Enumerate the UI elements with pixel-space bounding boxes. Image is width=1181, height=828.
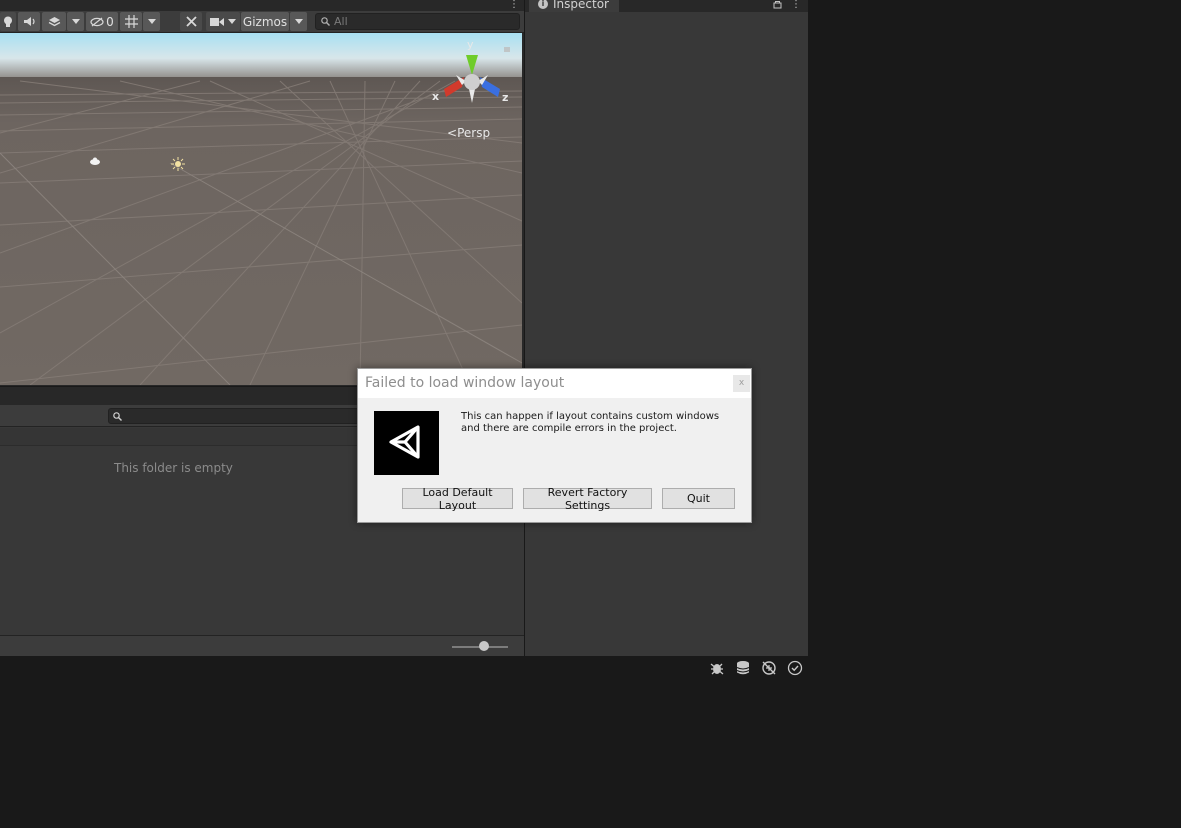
scene-tab-strip: ⋮ xyxy=(0,0,524,11)
network-off-icon[interactable] xyxy=(761,660,777,676)
directional-light-icon[interactable] xyxy=(171,157,185,171)
quit-button[interactable]: Quit xyxy=(662,488,735,509)
close-icon: x xyxy=(738,378,745,388)
tools-icon xyxy=(185,16,197,27)
chevron-down-icon xyxy=(147,19,156,24)
folder-empty-message: This folder is empty xyxy=(114,461,233,475)
debugger-bug-icon[interactable] xyxy=(709,660,725,676)
inspector-panel: i Inspector ⋮ xyxy=(525,0,808,656)
tab-inspector[interactable]: i Inspector xyxy=(529,0,619,12)
grid-toggle-button[interactable] xyxy=(120,12,142,31)
scene-search-placeholder: All xyxy=(334,15,348,28)
search-icon xyxy=(113,412,122,421)
effects-toggle-button[interactable] xyxy=(42,12,66,31)
revert-factory-settings-button[interactable]: Revert Factory Settings xyxy=(523,486,652,512)
camera-icon xyxy=(210,17,224,26)
scene-toolbar: 0 Gizmos All xyxy=(0,11,524,33)
layout-error-dialog: Failed to load window layout x This can … xyxy=(357,368,752,523)
status-bar xyxy=(0,656,808,680)
audio-toggle-button[interactable] xyxy=(18,12,40,31)
database-icon[interactable] xyxy=(735,660,751,676)
gizmo-x-label: x xyxy=(432,90,440,103)
projection-toggle[interactable]: <Persp xyxy=(447,126,490,140)
camera-settings-button[interactable] xyxy=(206,12,240,31)
icon-size-slider-thumb[interactable] xyxy=(479,641,489,651)
dialog-message-line-2: and there are compile errors in the proj… xyxy=(461,423,677,434)
close-button[interactable]: x xyxy=(733,375,750,392)
unity-logo xyxy=(374,411,439,475)
lighting-toggle-button[interactable] xyxy=(0,12,16,31)
unity-editor: ⋮ 0 Gizmos All y x z <Persp This folder … xyxy=(0,0,808,656)
scene-search-input[interactable]: All xyxy=(315,13,520,30)
grid-dropdown-button[interactable] xyxy=(143,12,160,31)
hidden-objects-toggle-button[interactable]: 0 xyxy=(86,12,118,31)
dialog-title: Failed to load window layout xyxy=(365,375,565,391)
gizmos-button[interactable]: Gizmos xyxy=(241,12,289,31)
inspector-tab-strip: i Inspector ⋮ xyxy=(525,0,808,12)
scene-menu-icon[interactable]: ⋮ xyxy=(509,0,519,10)
chevron-down-icon xyxy=(228,19,236,24)
gizmo-y-label: y xyxy=(467,38,474,51)
chevron-down-icon xyxy=(71,19,80,24)
gizmos-dropdown-button[interactable] xyxy=(290,12,307,31)
inspector-menu-icon[interactable]: ⋮ xyxy=(791,0,801,10)
chevron-down-icon xyxy=(294,19,303,24)
lock-icon[interactable] xyxy=(773,0,782,9)
info-icon: i xyxy=(538,0,548,9)
inspector-tab-label: Inspector xyxy=(553,0,609,11)
effects-dropdown-button[interactable] xyxy=(67,12,84,31)
dialog-titlebar[interactable]: Failed to load window layout x xyxy=(358,369,751,398)
tools-button[interactable] xyxy=(180,12,202,31)
gizmo-z-label: z xyxy=(502,91,509,104)
hidden-objects-count: 0 xyxy=(106,14,114,29)
layers-icon xyxy=(48,16,60,26)
grid-icon xyxy=(124,15,138,28)
search-icon xyxy=(321,17,330,26)
unity-logo-icon xyxy=(389,425,420,459)
projection-label: Persp xyxy=(457,126,491,140)
speaker-icon xyxy=(23,17,35,26)
dialog-message: This can happen if layout contains custo… xyxy=(461,411,741,435)
dialog-message-line-1: This can happen if layout contains custo… xyxy=(461,411,720,422)
chevron-left-icon: < xyxy=(447,126,458,140)
orientation-gizmo[interactable]: y x z xyxy=(432,37,512,117)
load-default-layout-button[interactable]: Load Default Layout xyxy=(402,486,513,512)
scene-view-panel: ⋮ 0 Gizmos All y x z <Persp xyxy=(0,0,524,386)
camera-object-icon[interactable] xyxy=(89,157,101,165)
gizmos-label: Gizmos xyxy=(242,14,288,29)
project-search-input[interactable] xyxy=(108,408,368,424)
eye-slash-icon xyxy=(90,17,104,26)
lightbulb-icon xyxy=(4,16,12,27)
check-circle-icon[interactable] xyxy=(787,660,803,676)
scene-viewport[interactable]: y x z <Persp xyxy=(0,33,522,385)
project-footer xyxy=(0,635,524,656)
